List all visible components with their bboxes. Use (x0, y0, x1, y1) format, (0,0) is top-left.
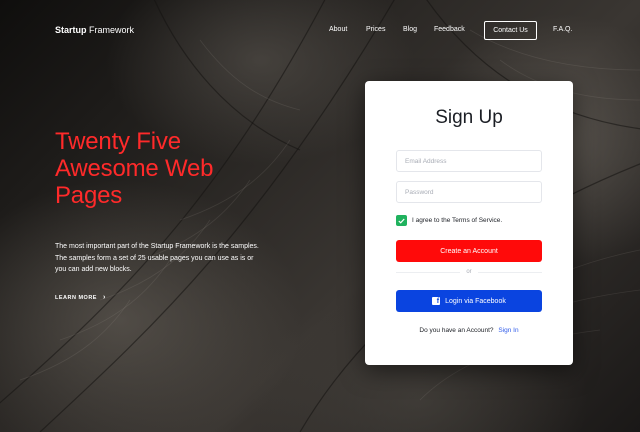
brand-name-light: Framework (89, 25, 135, 35)
facebook-icon: f (432, 297, 441, 305)
signup-card: Sign Up I agree to the Terms of Service.… (365, 81, 573, 365)
hero-description: The most important part of the Startup F… (55, 243, 259, 273)
nav-link-faq[interactable]: F.A.Q. (553, 26, 572, 33)
terms-label: I agree to the Terms of Service. (412, 217, 503, 224)
divider-line-left (396, 271, 461, 273)
learn-more-label: LEARN MORE (55, 294, 97, 301)
email-field[interactable] (396, 150, 542, 172)
chevron-right-icon: › (102, 294, 106, 301)
sign-in-row: Do you have an Account? Sign In (365, 327, 573, 334)
hero-headline: Twenty Five Awesome Web Pages (55, 128, 285, 209)
signup-title: Sign Up (435, 107, 503, 128)
checkmark-icon (398, 218, 405, 224)
create-account-label: Create an Account (440, 247, 498, 255)
nav-link-prices[interactable]: Prices (366, 26, 385, 33)
divider-line-right (477, 271, 542, 273)
facebook-login-button[interactable]: f Login via Facebook (396, 290, 542, 312)
sign-in-link[interactable]: Sign In (498, 327, 518, 334)
brand-name-bold: Startup (55, 25, 87, 35)
contact-us-button[interactable]: Contact Us (484, 21, 537, 40)
or-divider: or (396, 267, 542, 277)
headline-line-1: Twenty Five (55, 128, 181, 155)
top-navigation: Startup Framework About Prices Blog Feed… (0, 0, 640, 62)
learn-more-link[interactable]: LEARN MORE › (55, 294, 106, 301)
nav-link-feedback[interactable]: Feedback (434, 26, 465, 33)
headline-line-3: Pages (55, 182, 123, 209)
terms-row: I agree to the Terms of Service. (396, 215, 502, 226)
brand-logo[interactable]: Startup Framework (55, 25, 134, 35)
password-field[interactable] (396, 181, 542, 203)
nav-link-about[interactable]: About (329, 26, 347, 33)
have-account-text: Do you have an Account? (419, 327, 494, 334)
terms-checkbox[interactable] (396, 215, 407, 226)
nav-link-blog[interactable]: Blog (403, 26, 417, 33)
create-account-button[interactable]: Create an Account (396, 240, 542, 262)
facebook-login-label: Login via Facebook (445, 297, 506, 305)
headline-line-2: Awesome Web (55, 155, 214, 182)
or-label: or (466, 269, 472, 275)
